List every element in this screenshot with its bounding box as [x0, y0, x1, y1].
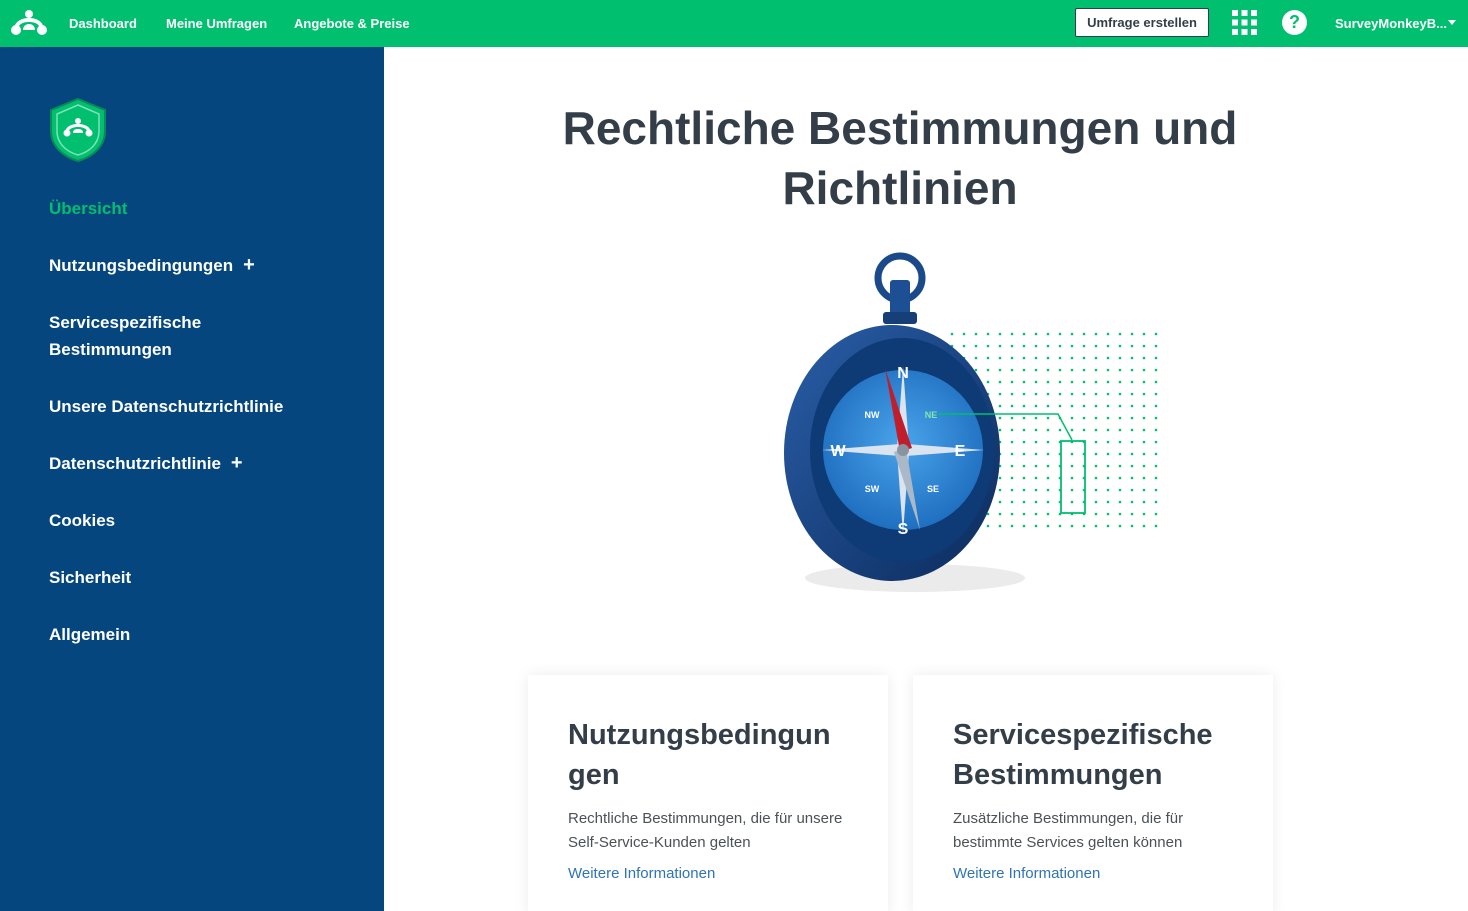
- card-description: Rechtliche Bestimmungen, die für unsere …: [568, 810, 843, 851]
- svg-text:NE: NE: [925, 410, 938, 420]
- sidebar-item-service-terms[interactable]: Servicespezifische Bestimmungen: [49, 309, 269, 363]
- sidebar: Übersicht Nutzungsbedingungen + Servicesp…: [0, 47, 384, 911]
- sidebar-item-cookies[interactable]: Cookies: [49, 507, 349, 534]
- sidebar-item-label: Übersicht: [49, 199, 128, 218]
- help-icon[interactable]: ?: [1282, 10, 1307, 35]
- svg-text:E: E: [955, 443, 966, 460]
- card-title: Nutzungsbedingungen: [568, 719, 831, 791]
- sidebar-item-label: Nutzungsbedingungen: [49, 256, 234, 275]
- sidebar-item-privacy-policy[interactable]: Datenschutzrichtlinie +: [49, 450, 349, 477]
- sidebar-item-label: Unsere Datenschutzrichtlinie: [49, 397, 284, 416]
- card-description: Zusätzliche Bestimmungen, die für bestim…: [953, 810, 1184, 851]
- sidebar-item-label: Cookies: [49, 511, 116, 530]
- sidebar-item-label: Datenschutzrichtlinie: [49, 454, 221, 473]
- card-title: Servicespezifische Bestimmungen: [953, 719, 1213, 791]
- account-menu[interactable]: SurveyMonkeyB...: [1335, 16, 1447, 31]
- plus-icon[interactable]: +: [231, 450, 243, 477]
- svg-text:W: W: [830, 443, 846, 460]
- sidebar-item-security[interactable]: Sicherheit: [49, 564, 349, 591]
- sidebar-item-general[interactable]: Allgemein: [49, 621, 349, 648]
- service-terms-card: Servicespezifische Bestimmungen Zusätzli…: [913, 675, 1273, 911]
- compass-illustration: N E S W NW NE SW SE: [784, 252, 1160, 592]
- sidebar-item-label: Allgemein: [49, 625, 131, 644]
- sidebar-item-label: Servicespezifische Bestimmungen: [49, 313, 202, 359]
- more-info-link[interactable]: Weitere Informationen: [953, 865, 1233, 882]
- sidebar-item-our-privacy-policy[interactable]: Unsere Datenschutzrichtlinie: [49, 393, 349, 420]
- create-survey-button[interactable]: Umfrage erstellen: [1075, 8, 1209, 37]
- sidebar-item-terms-of-use[interactable]: Nutzungsbedingungen +: [49, 252, 349, 279]
- page-title: Rechtliche Bestimmungen und Richtlinien: [562, 102, 1238, 214]
- sidebar-item-overview[interactable]: Übersicht: [49, 195, 349, 222]
- chevron-down-icon[interactable]: [1448, 20, 1456, 25]
- svg-text:NW: NW: [865, 410, 880, 420]
- svg-text:S: S: [898, 521, 909, 538]
- nav-plans-pricing-link[interactable]: Angebote & Preise: [294, 16, 410, 31]
- svg-text:SE: SE: [927, 484, 939, 494]
- sidebar-item-label: Sicherheit: [49, 568, 132, 587]
- surveymonkey-logo-icon[interactable]: [10, 8, 48, 38]
- terms-of-use-card: Nutzungsbedingungen Rechtliche Bestimmun…: [528, 675, 888, 911]
- more-info-link[interactable]: Weitere Informationen: [568, 865, 848, 882]
- nav-my-surveys-link[interactable]: Meine Umfragen: [166, 16, 267, 31]
- svg-text:SW: SW: [865, 484, 880, 494]
- nav-dashboard-link[interactable]: Dashboard: [69, 16, 137, 31]
- apps-grid-icon[interactable]: [1232, 10, 1257, 35]
- top-navigation-bar: Dashboard Meine Umfragen Angebote & Prei…: [0, 0, 1468, 47]
- svg-text:N: N: [897, 365, 909, 382]
- plus-icon[interactable]: +: [243, 252, 255, 279]
- shield-logo-icon: [50, 97, 106, 163]
